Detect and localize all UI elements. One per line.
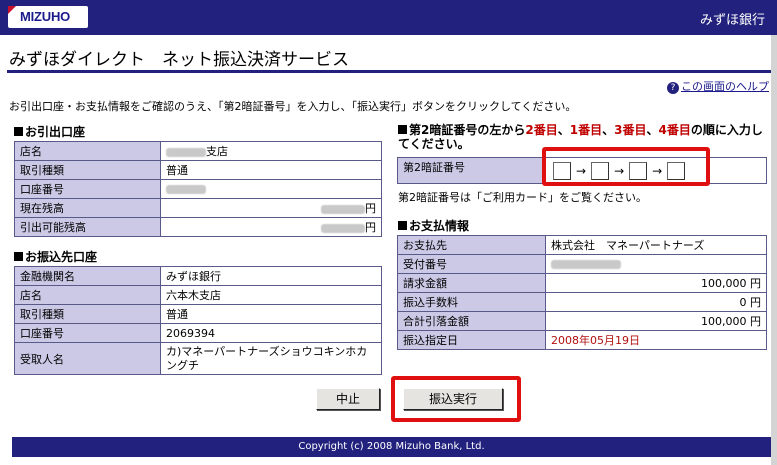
- table-row: 請求金額 100,000 円: [397, 273, 767, 293]
- pin-note: 第2暗証番号は「ご利用カード」をご覧ください。: [398, 191, 647, 204]
- masked-value: [551, 260, 621, 269]
- payment-table: お支払先 株式会社 マネーパートナーズ 受付番号 請求金額 100,000 円 …: [397, 235, 767, 350]
- row-value: 100,000 円: [545, 273, 767, 293]
- table-row: 受取人名 カ)マネーパートナーズショウコキンホカングチ: [14, 342, 382, 375]
- pin-sep: 、: [646, 123, 659, 137]
- heading-square-icon: [398, 221, 407, 230]
- row-label: 合計引落金額: [397, 311, 546, 331]
- row-label: 受付番号: [397, 254, 546, 274]
- table-row: 口座番号: [14, 179, 382, 199]
- row-value: 円: [160, 217, 382, 237]
- execute-highlight-box: [391, 376, 521, 422]
- row-value: 円: [160, 198, 382, 218]
- row-value: [160, 179, 382, 199]
- table-row: 合計引落金額 100,000 円: [397, 311, 767, 331]
- row-label: 口座番号: [14, 323, 161, 343]
- row-label: 店名: [14, 285, 161, 305]
- row-label: 振込手数料: [397, 292, 546, 312]
- table-row: 店名 六本木支店: [14, 285, 382, 305]
- heading-square-icon: [398, 125, 407, 134]
- pin-highlight-box: [542, 147, 710, 186]
- help-link-label: この画面のヘルプ: [681, 80, 769, 93]
- table-row: 現在残高 円: [14, 198, 382, 218]
- row-label: 現在残高: [14, 198, 161, 218]
- withdrawal-heading: お引出口座: [14, 123, 85, 140]
- row-label: 取引種類: [14, 160, 161, 180]
- payment-heading-label: お支払情報: [409, 219, 470, 233]
- heading-square-icon: [14, 127, 23, 136]
- row-value: 0 円: [545, 292, 767, 312]
- title-divider: [7, 70, 771, 73]
- transfer-heading-label: お振込先口座: [25, 250, 98, 264]
- table-row: 店名 支店: [14, 141, 382, 161]
- pin-sep: 、: [557, 123, 570, 137]
- masked-value: [321, 223, 365, 233]
- row-label: 請求金額: [397, 273, 546, 293]
- row-value: カ)マネーパートナーズショウコキンホカングチ: [160, 342, 382, 375]
- row-label: 金融機関名: [14, 266, 161, 286]
- yen-unit: 円: [365, 202, 376, 215]
- pin-order-4: 4番目: [658, 123, 691, 137]
- table-row: お支払先 株式会社 マネーパートナーズ: [397, 235, 767, 255]
- table-row: 振込手数料 0 円: [397, 292, 767, 312]
- page-title: みずほダイレクト ネット振込決済サービス: [9, 50, 349, 69]
- bank-name: みずほ銀行: [699, 12, 765, 27]
- table-row: 取引種類 普通: [14, 304, 382, 324]
- heading-square-icon: [14, 252, 23, 261]
- table-row: 口座番号 2069394: [14, 323, 382, 343]
- table-row: 金融機関名 みずほ銀行: [14, 266, 382, 286]
- row-label: 店名: [14, 141, 161, 161]
- row-label: 引出可能残高: [14, 217, 161, 237]
- masked-value: [166, 147, 206, 157]
- pin-heading-prefix: 第2暗証番号の左から: [409, 123, 526, 137]
- row-label: 口座番号: [14, 179, 161, 199]
- scrollbar-track[interactable]: [771, 35, 777, 465]
- branch-suffix: 支店: [206, 145, 228, 158]
- pin-sep: 、: [602, 123, 615, 137]
- row-value: 支店: [160, 141, 382, 161]
- row-value: 株式会社 マネーパートナーズ: [545, 235, 767, 255]
- logo-text: MIZUHO: [20, 9, 71, 24]
- pin-order-3: 3番目: [614, 123, 647, 137]
- transfer-table: 金融機関名 みずほ銀行 店名 六本木支店 取引種類 普通 口座番号 206939…: [14, 266, 382, 375]
- table-row: 振込指定日 2008年05月19日: [397, 330, 767, 350]
- top-bar: MIZUHO みずほ銀行: [0, 0, 777, 35]
- table-row: 受付番号: [397, 254, 767, 274]
- withdrawal-heading-label: お引出口座: [25, 125, 86, 139]
- yen-unit: 円: [365, 221, 376, 234]
- masked-value: [321, 204, 365, 214]
- row-value: [545, 254, 767, 274]
- row-value: 100,000 円: [545, 311, 767, 331]
- payment-heading: お支払情報: [398, 217, 469, 234]
- logo-mark: [8, 6, 16, 14]
- masked-value: [166, 185, 206, 194]
- row-label: 取引種類: [14, 304, 161, 324]
- withdrawal-table: 店名 支店 取引種類 普通 口座番号 現在残高 円 引出可能残高 円: [14, 141, 382, 237]
- pin-order-2: 1番目: [569, 123, 603, 137]
- cancel-button[interactable]: 中止: [316, 388, 380, 410]
- row-value: 六本木支店: [160, 285, 382, 305]
- row-value: みずほ銀行: [160, 266, 382, 286]
- footer: Copyright (c) 2008 Mizuho Bank, Ltd.: [12, 437, 771, 457]
- row-value: 2069394: [160, 323, 382, 343]
- pin-order-1: 2番目: [525, 123, 558, 137]
- row-label: 振込指定日: [397, 330, 546, 350]
- row-value: 普通: [160, 160, 382, 180]
- instruction-text: お引出口座・お支払情報をご確認のうえ、「第2暗証番号」を入力し、「振込実行」ボタ…: [9, 100, 577, 113]
- row-label: 受取人名: [14, 342, 161, 375]
- help-icon: ?: [667, 82, 679, 94]
- row-value: 普通: [160, 304, 382, 324]
- table-row: 引出可能残高 円: [14, 217, 382, 237]
- table-row: 取引種類 普通: [14, 160, 382, 180]
- row-label: お支払先: [397, 235, 546, 255]
- row-value: 2008年05月19日: [545, 330, 767, 350]
- transfer-heading: お振込先口座: [14, 248, 97, 265]
- help-link[interactable]: ? この画面のヘルプ: [667, 78, 769, 94]
- pin-label: 第2暗証番号: [397, 157, 546, 184]
- mizuho-logo: MIZUHO: [8, 6, 88, 28]
